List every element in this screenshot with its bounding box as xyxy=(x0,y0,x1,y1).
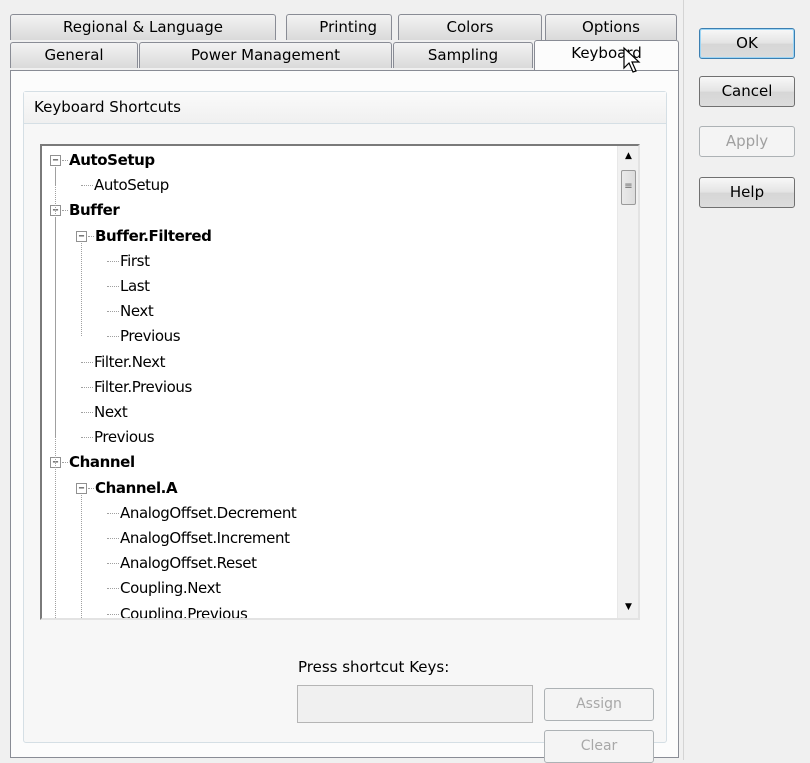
tree-item[interactable]: First xyxy=(120,249,150,274)
tree-item[interactable]: Coupling.Previous xyxy=(120,602,248,618)
tab-power-management[interactable]: Power Management xyxy=(139,42,392,68)
scroll-thumb[interactable]: ≡ xyxy=(621,170,636,205)
tree-connector xyxy=(81,185,93,187)
tree-connector xyxy=(55,167,56,618)
tree-item[interactable]: AnalogOffset.Decrement xyxy=(120,501,297,526)
clear-button[interactable]: Clear xyxy=(544,730,654,763)
tree-connector xyxy=(107,613,119,615)
mouse-pointer-icon xyxy=(623,46,641,73)
tree-connector xyxy=(62,462,68,464)
tree-item[interactable]: Coupling.Next xyxy=(120,576,221,601)
tree-connector xyxy=(81,386,93,388)
tree-connector xyxy=(62,210,68,212)
tree-item[interactable]: AnalogOffset.Reset xyxy=(120,551,257,576)
tree-connector xyxy=(88,487,94,489)
tab-colors[interactable]: Colors xyxy=(398,14,542,40)
tab-printing[interactable]: Printing xyxy=(286,14,392,40)
ok-button[interactable]: OK xyxy=(699,28,795,59)
tab-keyboard[interactable]: Keyboard xyxy=(534,40,679,70)
tree-connector xyxy=(81,361,93,363)
minus-box-icon[interactable]: − xyxy=(76,482,87,494)
tab-regional-language[interactable]: Regional & Language xyxy=(10,14,276,40)
tree-connector xyxy=(107,336,119,338)
tree-item[interactable]: Buffer.Filtered xyxy=(95,224,212,249)
tree-item[interactable]: Channel xyxy=(69,450,135,475)
assign-button[interactable]: Assign xyxy=(544,688,654,721)
tree-connector xyxy=(107,538,119,539)
arrow-down-icon[interactable]: ▼ xyxy=(618,597,638,618)
shortcut-keys-input[interactable] xyxy=(297,685,533,723)
minus-box-icon[interactable]: − xyxy=(76,230,87,242)
cancel-button[interactable]: Cancel xyxy=(699,76,795,107)
tree-item[interactable]: Last xyxy=(120,274,150,299)
tree-item[interactable]: AnalogOffset.Increment xyxy=(120,526,290,551)
vertical-scrollbar[interactable]: ▲ ≡ ▼ xyxy=(617,146,638,618)
tab-options[interactable]: Options xyxy=(545,14,677,40)
tree-connector xyxy=(62,160,68,161)
keyboard-shortcuts-group: Keyboard Shortcuts − AutoSetup AutoSetup − B… xyxy=(23,91,667,763)
tree-connector xyxy=(107,512,119,514)
tree-item[interactable]: Filter.Next xyxy=(94,350,165,375)
tree-item[interactable]: Next xyxy=(94,400,128,425)
tree-item[interactable]: Filter.Previous xyxy=(94,375,192,400)
tree-connector xyxy=(107,286,119,287)
tree-item[interactable]: Buffer xyxy=(69,198,120,223)
keyboard-tab-panel: Keyboard Shortcuts − AutoSetup AutoSetup − B… xyxy=(10,70,679,763)
tree-item[interactable]: Previous xyxy=(120,324,181,349)
tree-connector xyxy=(88,235,94,237)
apply-button[interactable]: Apply xyxy=(699,126,795,157)
tree-item[interactable]: AutoSetup xyxy=(94,173,169,198)
tree-connector xyxy=(107,563,119,565)
tree-item[interactable]: AutoSetup xyxy=(69,148,155,173)
group-title: Keyboard Shortcuts xyxy=(24,92,666,124)
minus-box-icon[interactable]: − xyxy=(50,155,61,166)
tab-sampling[interactable]: Sampling xyxy=(393,42,533,68)
tree-item[interactable]: Next xyxy=(120,299,154,324)
tab-general[interactable]: General xyxy=(10,42,138,68)
tree-connector xyxy=(81,437,93,439)
arrow-up-icon[interactable]: ▲ xyxy=(618,146,638,167)
tree-connector xyxy=(107,588,119,590)
tree-connector xyxy=(81,412,93,413)
tree-connector xyxy=(81,494,82,618)
tree-connector xyxy=(107,311,119,313)
dialog-button-pane: OK Cancel Apply Help xyxy=(683,0,810,760)
tree-item[interactable]: Previous xyxy=(94,425,155,450)
tree-connector xyxy=(107,260,119,262)
tree-content: − AutoSetup AutoSetup − Buffer − Buffer.Filter… xyxy=(42,146,617,618)
tree-connector xyxy=(81,242,82,337)
shortcuts-tree[interactable]: − AutoSetup AutoSetup − Buffer − Buffer.Filter… xyxy=(40,144,640,620)
tree-item[interactable]: Channel.A xyxy=(95,476,178,501)
shortcut-keys-label: Press shortcut Keys: xyxy=(298,658,450,676)
help-button[interactable]: Help xyxy=(699,177,795,208)
